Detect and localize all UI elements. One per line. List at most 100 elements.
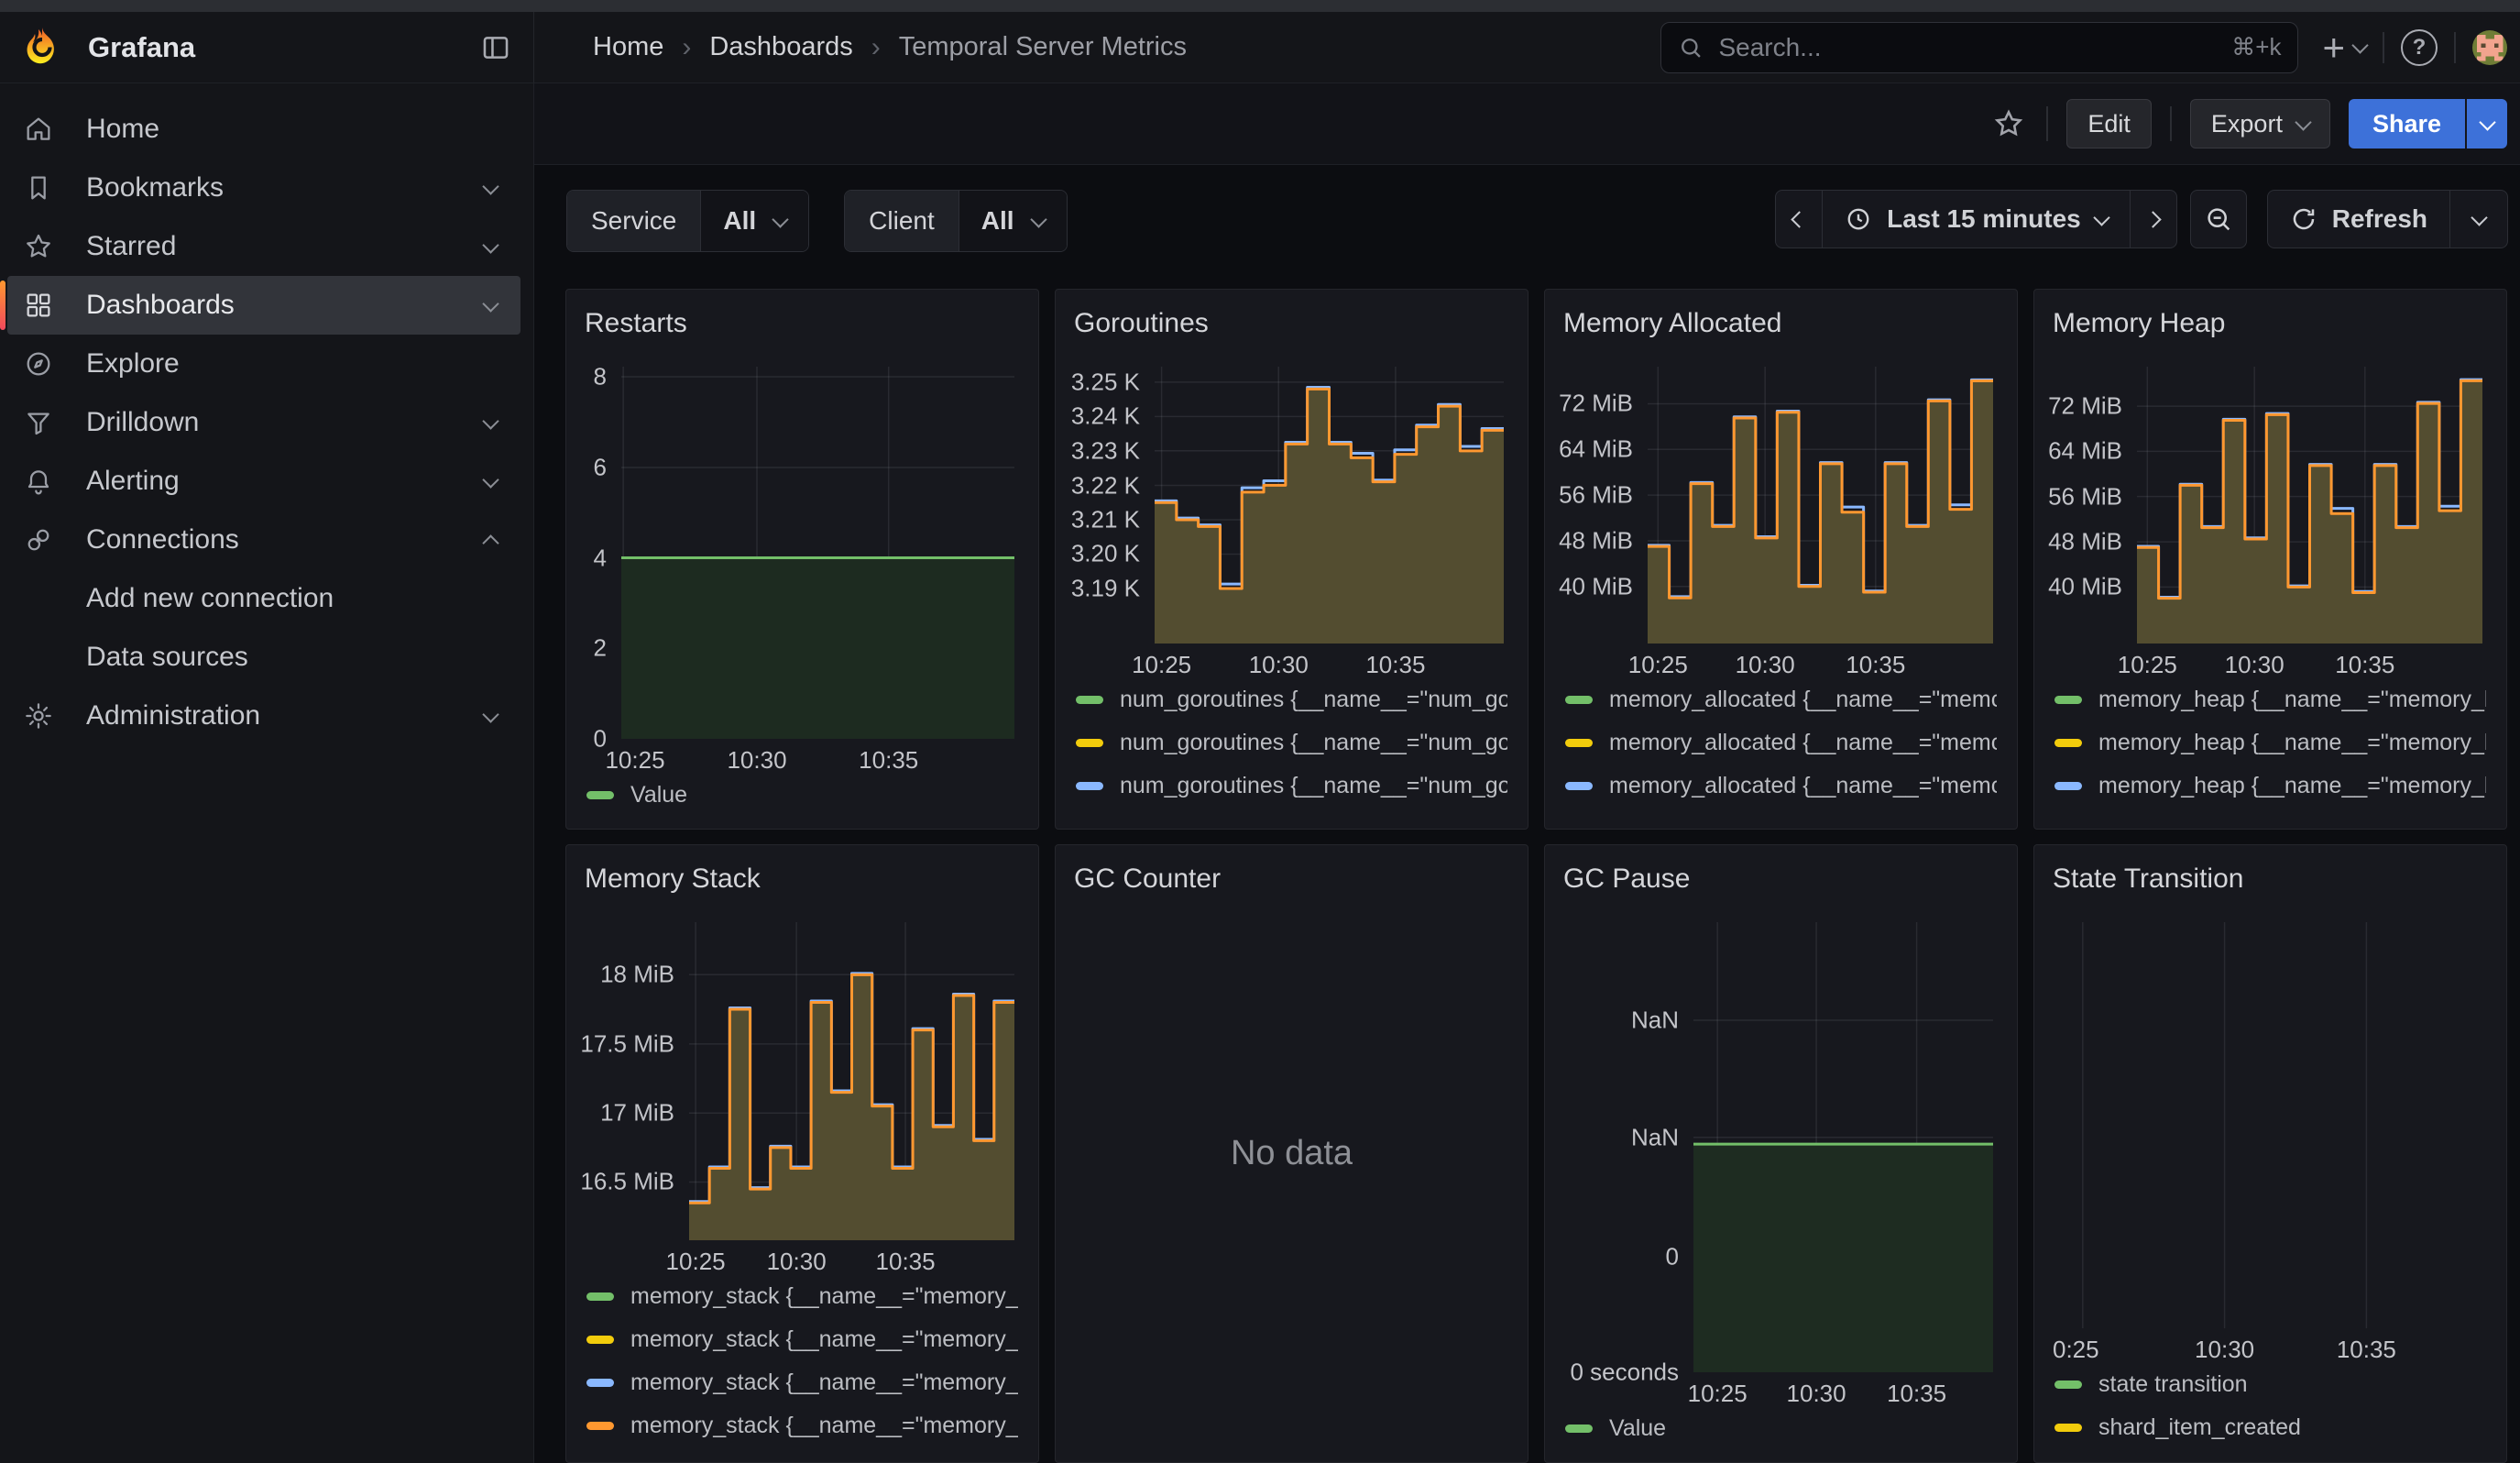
sidebar-item-alerting[interactable]: Alerting [7, 452, 520, 511]
legend-series-label[interactable]: memory_allocated {__name__="memc [1609, 773, 1997, 799]
panel-gc-counter: GC CounterNo data [1055, 844, 1528, 1463]
legend-series-label[interactable]: num_goroutines {__name__="num_go [1120, 730, 1507, 756]
sidebar-item-connections[interactable]: Connections [7, 511, 520, 569]
panel-title[interactable]: GC Pause [1556, 856, 2006, 895]
legend-series-label[interactable]: memory_stack {__name__="memory_s [630, 1413, 1018, 1439]
sidebar-item-label: Connections [86, 524, 239, 556]
legend-item[interactable]: memory_allocated {__name__="memc [1565, 764, 1997, 808]
search-text-field[interactable] [1716, 32, 2220, 63]
legend-series-label[interactable]: memory_stack {__name__="memory_s [630, 1370, 1018, 1396]
drilldown-icon [24, 408, 55, 437]
plot-region[interactable] [1648, 367, 1993, 644]
legend-series-label[interactable]: memory_heap {__name__="memory_h [2098, 773, 2486, 799]
legend-item[interactable]: memory_heap {__name__="memory_h [2054, 678, 2486, 721]
legend-item[interactable]: memory_stack {__name__="memory_s [586, 1275, 1018, 1318]
legend-series-label[interactable]: memory_heap {__name__="memory_h [2098, 730, 2486, 756]
y-axis-tick-label: 17 MiB [600, 1099, 674, 1128]
no-data-message: No data [1056, 845, 1528, 1462]
panel-title[interactable]: Restarts [577, 301, 1027, 339]
legend-series-label[interactable]: memory_allocated {__name__="memc [1609, 816, 1997, 818]
panel-grid: Restarts 8642010:2510:3010:35 Value Gorouti… [534, 165, 2520, 1463]
legend-item[interactable]: num_goroutines {__name__="num_go [1076, 678, 1507, 721]
share-button[interactable]: Share [2349, 99, 2465, 148]
breadcrumb-dashboards[interactable]: Dashboards [709, 32, 852, 62]
legend-item[interactable]: num_goroutines {__name__="num_go [1076, 764, 1507, 808]
chevron-down-icon [2351, 37, 2368, 53]
chart-area: 8642010:2510:3010:35 [577, 367, 1027, 770]
legend-series-label[interactable]: Value [1609, 1415, 1666, 1442]
plot-region[interactable] [1693, 922, 1993, 1372]
legend-item[interactable]: memory_heap {__name__="memory_h [2054, 764, 2486, 808]
sidebar-item-dashboards[interactable]: Dashboards [7, 276, 520, 335]
dock-sidebar-toggle-icon[interactable] [480, 32, 511, 63]
y-axis-tick-label: 6 [594, 454, 607, 482]
panel-title[interactable]: Memory Allocated [1556, 301, 2006, 339]
x-axis: 10:2510:3010:35 [1155, 644, 1504, 675]
sidebar-item-starred[interactable]: Starred [7, 217, 520, 276]
panel-title[interactable]: Goroutines [1067, 301, 1517, 339]
legend-item[interactable]: memory_allocated {__name__="memc [1565, 678, 1997, 721]
legend-item[interactable]: num_goroutines {__name__="num_go [1076, 721, 1507, 764]
panel-title[interactable]: Memory Stack [577, 856, 1027, 895]
legend-series-label[interactable]: memory_allocated {__name__="memc [1609, 687, 1997, 713]
search-input[interactable]: ⌘+k [1660, 22, 2298, 73]
legend-item[interactable]: memory_allocated {__name__="memc [1565, 808, 1997, 818]
legend-series-chip [2054, 1380, 2082, 1389]
plot-region[interactable] [2053, 922, 2482, 1328]
compass-icon [24, 349, 55, 379]
grafana-logo-icon[interactable] [20, 26, 64, 70]
legend-series-label[interactable]: memory_stack {__name__="memory_s [630, 1326, 1018, 1353]
legend-series-chip [2054, 696, 2082, 704]
export-button[interactable]: Export [2190, 99, 2330, 148]
legend-item[interactable]: memory_heap {__name__="memory_h [2054, 721, 2486, 764]
panel-title[interactable]: State Transition [2045, 856, 2495, 895]
legend-item[interactable]: Value [586, 774, 1018, 817]
share-options-button[interactable] [2465, 99, 2507, 148]
sidebar-item-bookmarks[interactable]: Bookmarks [7, 159, 520, 217]
plot-region[interactable] [689, 922, 1014, 1240]
chevron-down-icon [482, 412, 499, 429]
legend-series-chip [586, 1336, 614, 1344]
sidebar: HomeBookmarksStarredDashboards Explore Dri… [0, 83, 534, 1463]
legend-series-label[interactable]: num_goroutines {__name__="num_go [1120, 816, 1507, 818]
plot-region[interactable] [2137, 367, 2482, 644]
legend-series-label[interactable]: shard_item_created [2098, 1414, 2301, 1441]
favorite-star-button[interactable] [1993, 108, 2024, 139]
home-icon [24, 115, 55, 144]
legend-item[interactable]: state transition [2054, 1363, 2486, 1406]
legend-item[interactable]: shard_item_created [2054, 1406, 2486, 1449]
sidebar-item-label: Explore [86, 348, 180, 380]
legend-series-label[interactable]: state transition [2098, 1371, 2248, 1398]
legend-series-label[interactable]: num_goroutines {__name__="num_go [1120, 687, 1507, 713]
sidebar-item-add-new-connection[interactable]: Add new connection [7, 569, 520, 628]
legend-item[interactable]: memory_stack {__name__="memory_s [586, 1361, 1018, 1404]
legend-item[interactable]: memory_heap {__name__="memory_h [2054, 808, 2486, 818]
legend-series-label[interactable]: memory_stack {__name__="memory_s [630, 1283, 1018, 1310]
help-button[interactable] [2401, 29, 2438, 66]
add-new-button[interactable]: + [2322, 28, 2366, 67]
user-avatar[interactable] [2472, 30, 2507, 65]
x-axis-tick-label: 10:30 [1249, 651, 1309, 679]
breadcrumb-home[interactable]: Home [593, 32, 663, 62]
legend-item[interactable]: memory_allocated {__name__="memc [1565, 721, 1997, 764]
legend-series-label[interactable]: Value [630, 782, 687, 808]
legend-item[interactable]: Value [1565, 1407, 1997, 1450]
legend-series-label[interactable]: memory_heap {__name__="memory_h [2098, 816, 2486, 818]
edit-button[interactable]: Edit [2066, 99, 2152, 148]
legend-item[interactable]: memory_stack {__name__="memory_s [586, 1318, 1018, 1361]
legend-series-label[interactable]: memory_heap {__name__="memory_h [2098, 687, 2486, 713]
y-axis-tick-label: 64 MiB [1559, 435, 1633, 464]
sidebar-item-data-sources[interactable]: Data sources [7, 628, 520, 687]
plot-region[interactable] [1155, 367, 1504, 644]
sidebar-item-administration[interactable]: Administration [7, 687, 520, 745]
sidebar-item-explore[interactable]: Explore [7, 335, 520, 393]
legend-series-label[interactable]: num_goroutines {__name__="num_go [1120, 773, 1507, 799]
sidebar-item-drilldown[interactable]: Drilldown [7, 393, 520, 452]
legend-series-label[interactable]: memory_allocated {__name__="memc [1609, 730, 1997, 756]
plot-region[interactable] [621, 367, 1014, 739]
chevron-down-icon [482, 178, 499, 194]
sidebar-item-home[interactable]: Home [7, 100, 520, 159]
panel-title[interactable]: Memory Heap [2045, 301, 2495, 339]
legend-item[interactable]: memory_stack {__name__="memory_s [586, 1404, 1018, 1447]
legend-item[interactable]: num_goroutines {__name__="num_go [1076, 808, 1507, 818]
